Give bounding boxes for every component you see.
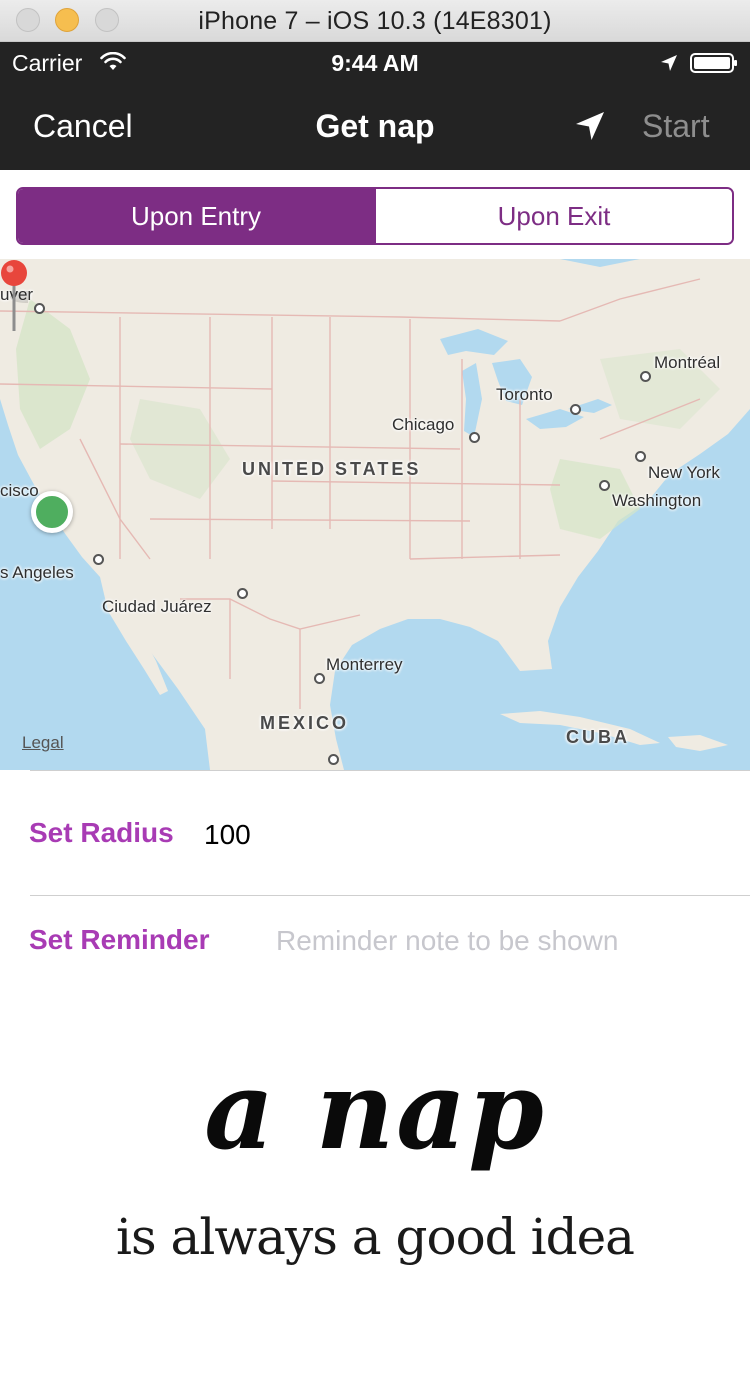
illustration-headline: a nap — [204, 1048, 546, 1174]
reminder-note-input[interactable] — [276, 918, 726, 964]
clock: 9:44 AM — [331, 50, 419, 76]
user-location-dot[interactable] — [31, 491, 73, 533]
cancel-button[interactable]: Cancel — [33, 108, 133, 145]
map-label-cuba: CUBA — [566, 727, 630, 747]
city-marker — [635, 451, 646, 462]
map-label-montreal: Montréal — [654, 353, 721, 372]
simulator-titlebar: iPhone 7 – iOS 10.3 (14E8301) — [0, 0, 750, 42]
location-arrow-icon[interactable] — [574, 110, 606, 142]
start-button[interactable]: Start — [642, 108, 710, 145]
city-marker — [640, 371, 651, 382]
map-view[interactable]: uver Montréal Toronto Chicago UNITED STA… — [0, 259, 750, 770]
divider — [30, 770, 750, 771]
map-label-monterrey: Monterrey — [326, 655, 403, 674]
map-label-chicago: Chicago — [392, 415, 455, 434]
city-marker — [34, 303, 45, 314]
map-label-san-francisco: cisco — [0, 481, 39, 500]
city-marker — [328, 754, 339, 765]
city-marker — [570, 404, 581, 415]
battery-icon — [690, 53, 737, 73]
navigation-bar: Cancel Get nap Start — [0, 82, 750, 170]
divider — [30, 895, 750, 896]
map-label-united-states: UNITED STATES — [242, 459, 422, 479]
map-label-new-york: New York — [648, 463, 720, 482]
city-marker — [469, 432, 480, 443]
set-radius-label: Set Radius — [29, 817, 174, 848]
city-marker — [314, 673, 325, 684]
location-arrow-icon — [661, 55, 677, 71]
city-marker — [599, 480, 610, 491]
map-pin-icon[interactable] — [0, 259, 28, 333]
trigger-segmented-control: Upon Entry Upon Exit — [16, 187, 734, 245]
status-bar: Carrier 9:44 AM — [0, 42, 750, 82]
simulator-title: iPhone 7 – iOS 10.3 (14E8301) — [198, 7, 552, 35]
nap-illustration: a nap is always a good idea — [0, 1040, 750, 1300]
map-label-los-angeles: s Angeles — [0, 563, 74, 582]
segment-upon-exit[interactable]: Upon Exit — [374, 189, 732, 243]
segment-upon-entry[interactable]: Upon Entry — [18, 189, 374, 243]
map-background — [0, 259, 750, 770]
city-marker — [93, 554, 104, 565]
map-label-toronto: Toronto — [496, 385, 553, 404]
map-label-washington: Washington — [612, 491, 702, 510]
map-label-ciudad-juarez: Ciudad Juárez — [102, 597, 212, 616]
set-reminder-label: Set Reminder — [29, 924, 210, 955]
illustration-tagline: is always a good idea — [116, 1208, 635, 1266]
map-label-mexico: MEXICO — [260, 713, 350, 733]
radius-input[interactable] — [204, 812, 704, 858]
map-legal-link[interactable]: Legal — [22, 733, 64, 753]
city-marker — [237, 588, 248, 599]
